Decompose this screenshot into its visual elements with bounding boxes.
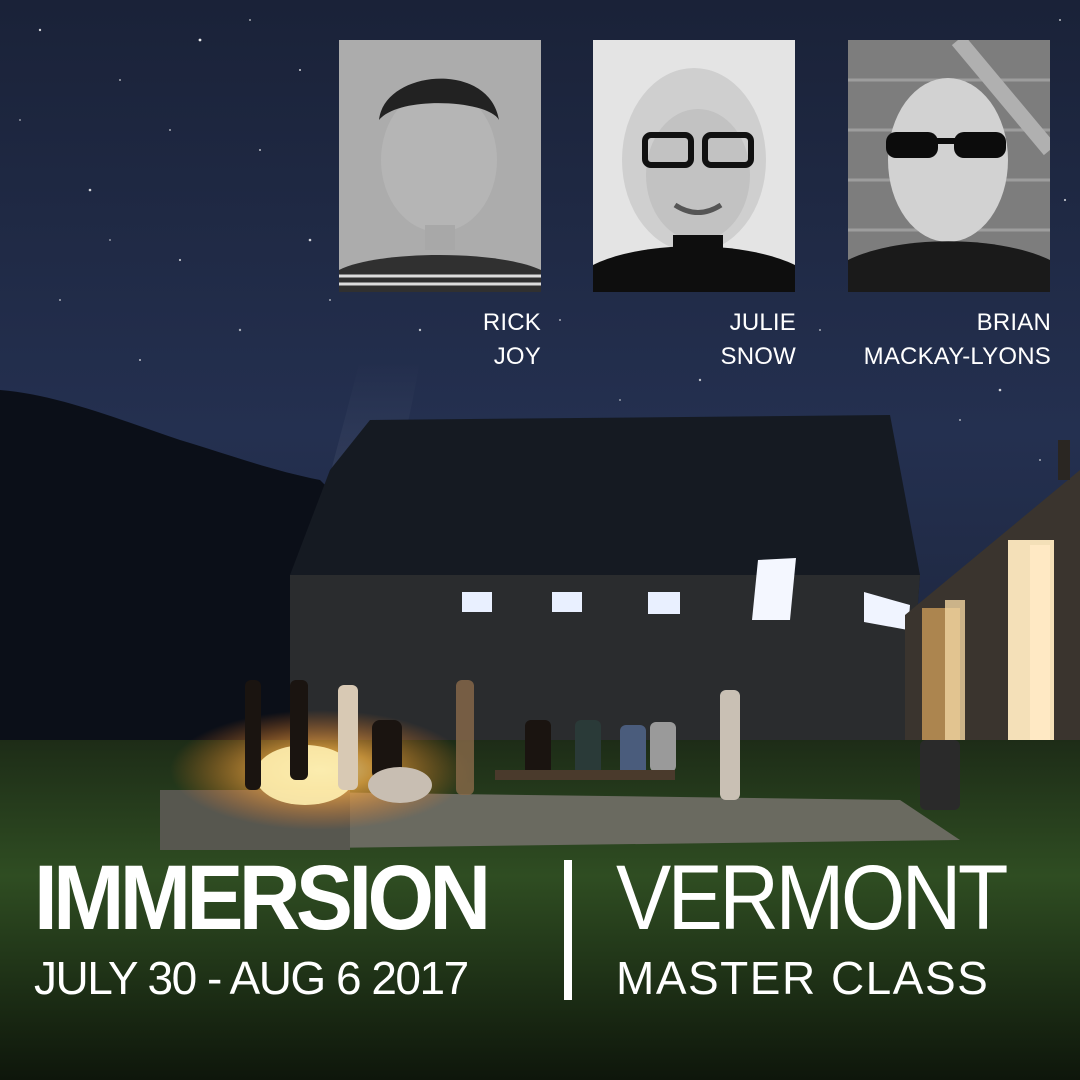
- event-title-block: IMMERSION JULY 30 - AUG 6 2017: [34, 848, 534, 1006]
- event-subtitle: MASTER CLASS: [616, 952, 990, 1004]
- last-name: JOY: [493, 343, 541, 370]
- poster: RICK JOY JULIE SNOW BRIAN MACKAY-LYONS I…: [0, 0, 1080, 1080]
- julie-snow-portrait: [593, 40, 795, 292]
- first-name: JULIE: [729, 309, 796, 336]
- brian-mackay-lyons-portrait: [848, 40, 1050, 292]
- first-name: BRIAN: [976, 309, 1051, 336]
- first-name: RICK: [482, 309, 541, 336]
- rick-joy-portrait: [339, 40, 541, 292]
- location-name: VERMONT: [616, 847, 1008, 949]
- faculty-name-brian-mackay-lyons: BRIAN MACKAY-LYONS: [791, 306, 1051, 374]
- last-name: MACKAY-LYONS: [863, 343, 1051, 370]
- last-name: SNOW: [720, 343, 796, 370]
- faculty-name-julie-snow: JULIE SNOW: [536, 306, 796, 374]
- title-divider: [564, 860, 572, 1000]
- faculty-name-rick-joy: RICK JOY: [281, 306, 541, 374]
- location-block: VERMONT MASTER CLASS: [616, 848, 1056, 1006]
- event-dates: JULY 30 - AUG 6 2017: [34, 952, 469, 1004]
- headline: IMMERSION: [34, 847, 491, 949]
